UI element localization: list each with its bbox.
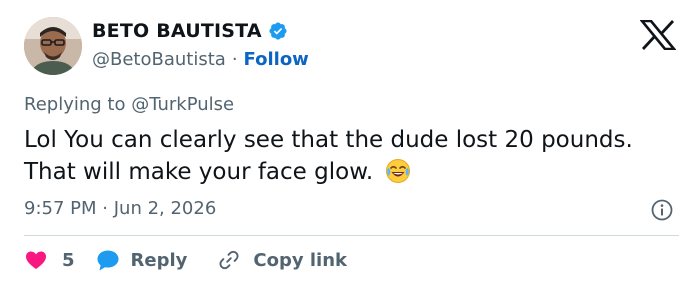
- info-icon[interactable]: [650, 198, 674, 222]
- copy-link-label: Copy link: [253, 249, 347, 271]
- tweet-timestamp[interactable]: 9:57 PM · Jun 2, 2026: [24, 198, 216, 219]
- author-name[interactable]: BETO BAUTISTA: [92, 20, 262, 42]
- verified-badge-icon: [268, 21, 288, 41]
- like-count: 5: [62, 249, 75, 271]
- timestamp-separator: ·: [102, 198, 108, 219]
- replying-to: Replying to @TurkPulse: [24, 94, 234, 115]
- replying-prefix: Replying to: [24, 94, 132, 115]
- reply-button[interactable]: Reply: [95, 248, 188, 272]
- tweet-time: 9:57 PM: [24, 198, 97, 219]
- divider: [24, 235, 679, 236]
- face-with-tears-of-joy-icon: [385, 158, 411, 193]
- tweet-date: Jun 2, 2026: [113, 198, 217, 219]
- handle-separator: ·: [231, 49, 238, 70]
- avatar-image: [24, 17, 82, 75]
- link-icon: [219, 250, 239, 270]
- follow-button[interactable]: Follow: [244, 49, 309, 70]
- x-logo-icon[interactable]: [639, 19, 677, 51]
- author-handle[interactable]: @BetoBautista: [92, 49, 226, 70]
- reply-label: Reply: [130, 249, 188, 271]
- author-name-row: BETO BAUTISTA: [92, 20, 288, 42]
- author-handle-row: @BetoBautista · Follow: [92, 49, 309, 70]
- tweet-text-content: Lol You can clearly see that the dude lo…: [24, 127, 633, 185]
- copy-link-button[interactable]: Copy link: [217, 248, 347, 272]
- tweet-text: Lol You can clearly see that the dude lo…: [24, 124, 664, 193]
- replying-to-mention[interactable]: @TurkPulse: [131, 94, 234, 115]
- heart-icon: [26, 251, 46, 269]
- avatar[interactable]: [24, 17, 82, 75]
- like-button[interactable]: 5: [24, 248, 75, 272]
- tweet-actions: 5 Reply Copy link: [24, 246, 347, 274]
- reply-bubble-icon: [97, 250, 119, 271]
